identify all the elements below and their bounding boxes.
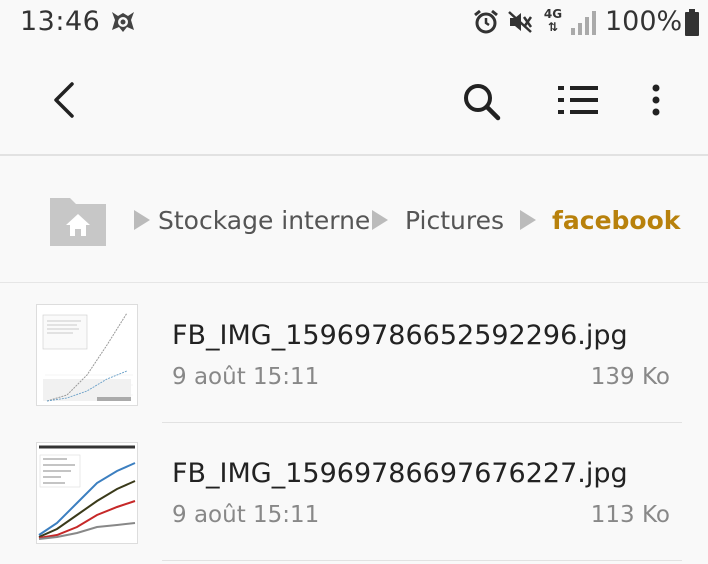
more-options-button[interactable] [642, 80, 670, 128]
more-vertical-icon [652, 84, 660, 116]
home-button[interactable] [46, 194, 110, 254]
breadcrumb-divider [0, 282, 708, 283]
back-button[interactable] [46, 80, 82, 124]
file-size: 113 Ko [590, 502, 670, 528]
breadcrumb-facebook[interactable]: facebook [552, 206, 680, 235]
vibrate-mute-icon [506, 8, 534, 40]
alarm-icon [472, 8, 500, 40]
file-thumbnail [36, 304, 138, 406]
view-as-list-button[interactable] [556, 82, 600, 126]
file-size: 139 Ko [590, 364, 670, 390]
network-type-icon: 4G ⇅ [543, 7, 563, 34]
breadcrumb-separator-icon [520, 210, 536, 230]
list-divider [162, 422, 682, 423]
list-view-icon [558, 86, 598, 114]
status-time: 13:46 [20, 6, 101, 37]
signal-icon [570, 10, 598, 40]
file-name: FB_IMG_15969786652592296.jpg [172, 320, 628, 351]
file-date: 9 août 15:11 [172, 364, 320, 390]
file-thumbnail [36, 442, 138, 544]
search-icon [464, 84, 501, 121]
file-list-item[interactable]: FB_IMG_15969786652592296.jpg 9 août 15:1… [0, 304, 708, 424]
breadcrumb-separator-icon [372, 210, 388, 230]
file-date: 9 août 15:11 [172, 502, 320, 528]
breadcrumb-pictures[interactable]: Pictures [405, 206, 504, 235]
list-divider [162, 560, 682, 561]
file-name: FB_IMG_15969786697676227.jpg [172, 458, 628, 489]
file-list-item[interactable]: FB_IMG_15969786697676227.jpg 9 août 15:1… [0, 442, 708, 562]
battery-icon [684, 9, 700, 41]
home-folder-icon [50, 198, 106, 246]
network-type-label: 4G [543, 7, 563, 21]
back-arrow-icon [54, 82, 74, 118]
search-button[interactable] [460, 80, 504, 128]
breadcrumb: Stockage interne Pictures facebook [0, 186, 708, 256]
battery-percent: 100% [605, 6, 683, 37]
status-bar: 13:46 4G ⇅ 100% [0, 0, 708, 48]
toolbar-divider [0, 154, 708, 156]
breadcrumb-internal-storage[interactable]: Stockage interne [158, 206, 370, 235]
toolbar [0, 60, 708, 140]
breadcrumb-separator-icon [134, 210, 150, 230]
app-notification-icon [108, 8, 138, 40]
